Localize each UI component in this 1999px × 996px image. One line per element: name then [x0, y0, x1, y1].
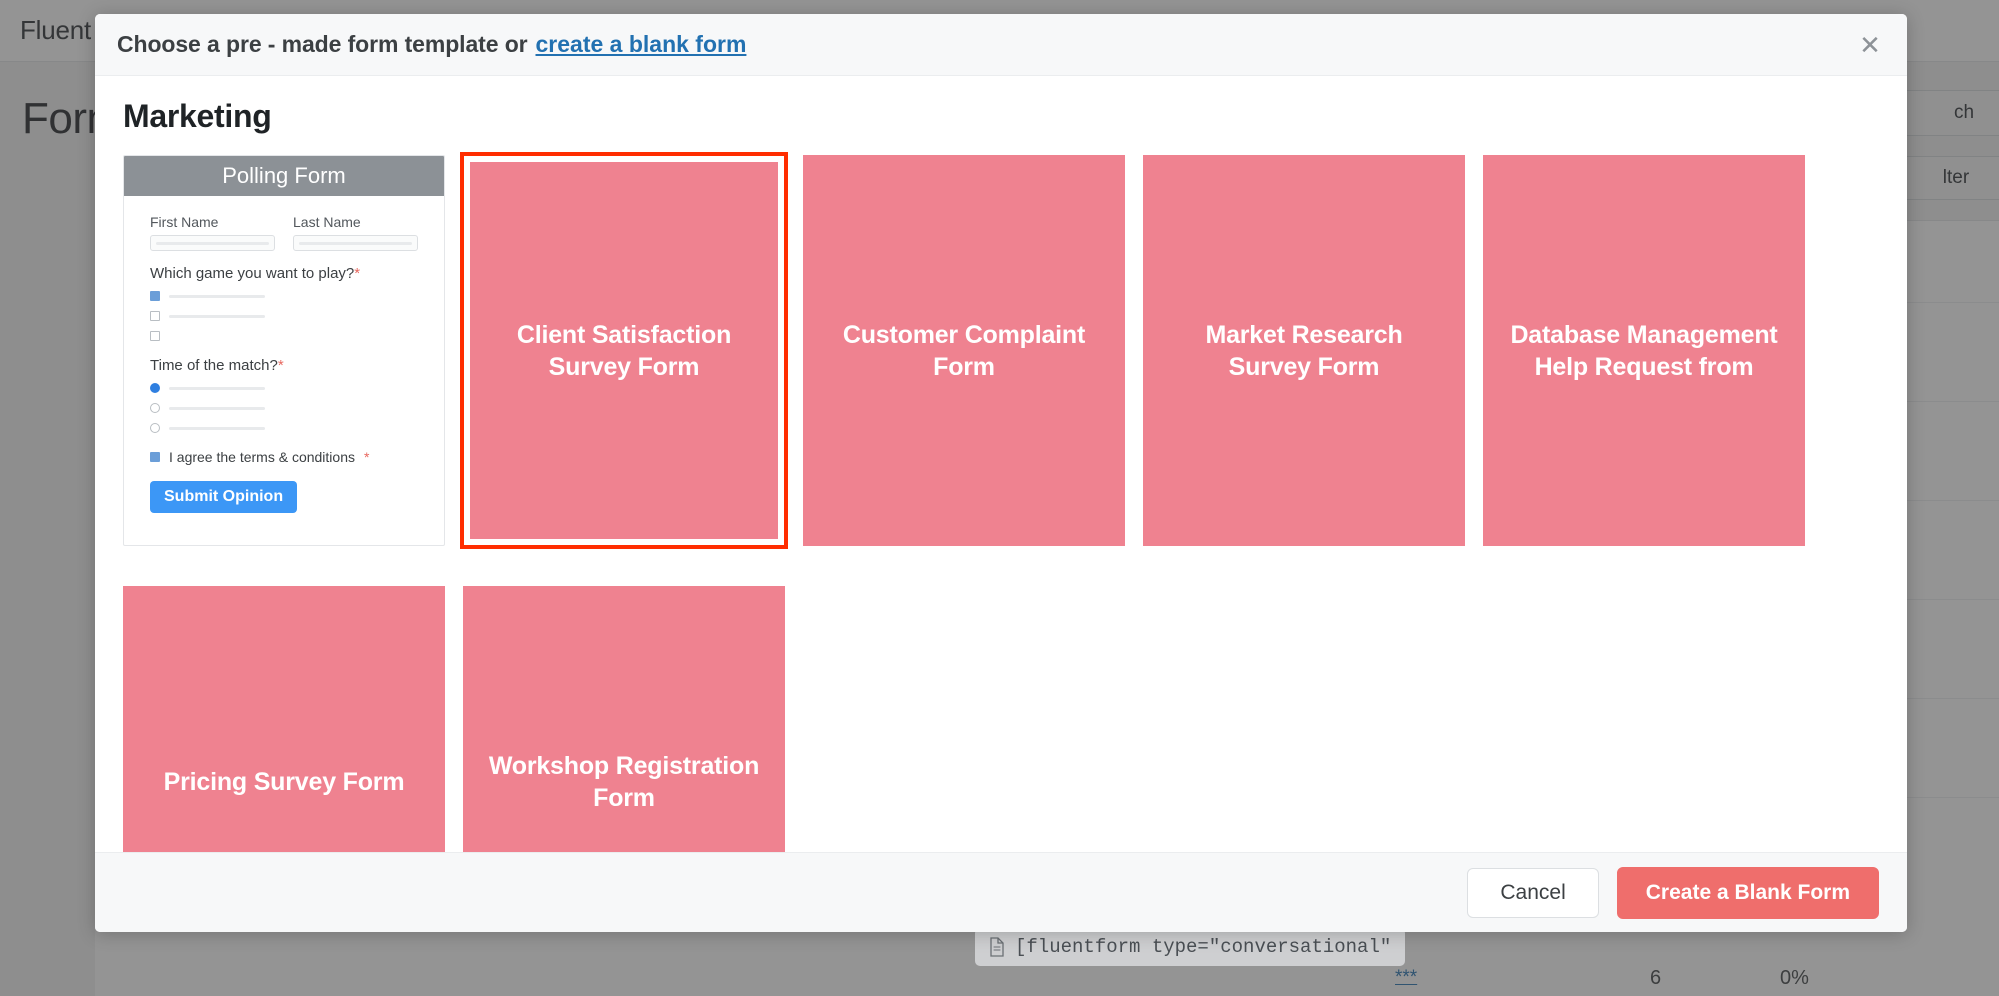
name-fields-row: First Name Last Name — [150, 214, 418, 251]
radio-option[interactable] — [150, 421, 418, 435]
option-placeholder-bar — [169, 315, 265, 318]
question-1-label: Which game you want to play?* — [150, 265, 418, 282]
first-name-label: First Name — [150, 214, 275, 230]
required-asterisk: * — [354, 265, 360, 282]
template-cell-workshop-registration-form[interactable]: Workshop Registration Form — [463, 586, 785, 852]
checkbox-icon[interactable] — [150, 311, 160, 321]
modal-header: Choose a pre - made form template or cre… — [95, 14, 1907, 76]
screen-root: Fluent Form ch lter ID 12 11 10 — [0, 0, 1999, 996]
template-tile-label[interactable]: Customer Complaint Form — [803, 155, 1125, 546]
radio-option[interactable] — [150, 381, 418, 395]
question-2-text: Time of the match? — [150, 357, 278, 374]
template-tile-label[interactable]: Database Management Help Request from — [1483, 155, 1805, 546]
checkbox-icon[interactable] — [150, 331, 160, 341]
template-tile-label[interactable]: Client Satisfaction Survey Form — [470, 162, 778, 539]
polling-form-preview[interactable]: Polling Form First Name Last Name — [123, 155, 445, 546]
required-asterisk: * — [278, 357, 284, 374]
first-name-field[interactable]: First Name — [150, 214, 275, 251]
last-name-label: Last Name — [293, 214, 418, 230]
preview-title: Polling Form — [124, 156, 444, 196]
terms-label: I agree the terms & conditions — [169, 449, 355, 465]
template-cell-polling-form[interactable]: Polling Form First Name Last Name — [123, 155, 445, 546]
option-placeholder-bar — [169, 407, 265, 410]
template-cell-pricing-survey-form[interactable]: Pricing Survey Form — [123, 586, 445, 852]
required-asterisk: * — [364, 449, 369, 465]
document-icon — [989, 937, 1005, 957]
shortcode-tooltip: [fluentform type="conversational" — [975, 928, 1405, 966]
checkbox-option[interactable] — [150, 329, 418, 343]
shortcode-text: [fluentform type="conversational" — [1015, 936, 1391, 958]
template-chooser-modal: Choose a pre - made form template or cre… — [95, 14, 1907, 932]
terms-checkbox-icon[interactable] — [150, 452, 160, 462]
checkbox-option[interactable] — [150, 289, 418, 303]
create-blank-form-link[interactable]: create a blank form — [536, 31, 747, 58]
option-placeholder-bar — [169, 427, 265, 430]
checkbox-checked-icon[interactable] — [150, 291, 160, 301]
modal-footer: Cancel Create a Blank Form — [95, 852, 1907, 932]
create-a-blank-form-button[interactable]: Create a Blank Form — [1617, 867, 1879, 919]
question-2-label: Time of the match?* — [150, 357, 418, 374]
category-heading: Marketing — [95, 98, 1907, 155]
option-placeholder-bar — [169, 387, 265, 390]
question-1-text: Which game you want to play? — [150, 265, 354, 282]
last-name-input[interactable] — [293, 235, 418, 251]
template-cell-customer-complaint-form[interactable]: Customer Complaint Form — [803, 155, 1125, 546]
close-icon[interactable]: ✕ — [1853, 28, 1887, 62]
last-name-field[interactable]: Last Name — [293, 214, 418, 251]
template-cell-client-satisfaction-survey-form[interactable]: Client Satisfaction Survey Form — [463, 155, 785, 546]
terms-row[interactable]: I agree the terms & conditions * — [150, 449, 418, 465]
preview-body: First Name Last Name Which game you want… — [124, 196, 444, 513]
cancel-button[interactable]: Cancel — [1467, 868, 1598, 918]
radio-icon[interactable] — [150, 423, 160, 433]
radio-option[interactable] — [150, 401, 418, 415]
radio-icon[interactable] — [150, 403, 160, 413]
template-cell-database-management-help-request[interactable]: Database Management Help Request from — [1483, 155, 1805, 546]
first-name-input[interactable] — [150, 235, 275, 251]
submit-opinion-button[interactable]: Submit Opinion — [150, 481, 297, 513]
template-tile-label[interactable]: Market Research Survey Form — [1143, 155, 1465, 546]
template-tile-label[interactable]: Workshop Registration Form — [463, 586, 785, 852]
radio-selected-icon[interactable] — [150, 383, 160, 393]
template-grid: Polling Form First Name Last Name — [95, 155, 1907, 852]
checkbox-option[interactable] — [150, 309, 418, 323]
modal-body[interactable]: Marketing Polling Form First Name — [95, 76, 1907, 852]
modal-title: Choose a pre - made form template or — [117, 31, 528, 58]
template-cell-market-research-survey-form[interactable]: Market Research Survey Form — [1143, 155, 1465, 546]
template-tile-label[interactable]: Pricing Survey Form — [123, 586, 445, 852]
option-placeholder-bar — [169, 295, 265, 298]
